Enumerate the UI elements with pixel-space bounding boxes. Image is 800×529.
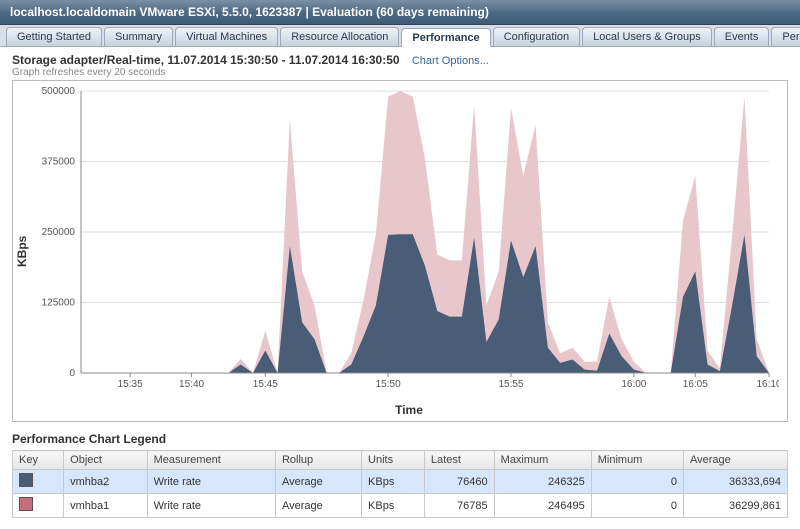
svg-text:0: 0 [69,368,75,379]
swatch-vmhba1 [19,497,33,511]
svg-text:15:50: 15:50 [376,379,401,390]
legend-col-units[interactable]: Units [362,451,425,470]
legend-col-rollup[interactable]: Rollup [275,451,361,470]
svg-text:375000: 375000 [42,157,76,168]
svg-text:15:45: 15:45 [253,379,278,390]
legend-col-latest[interactable]: Latest [424,451,494,470]
legend-col-maximum[interactable]: Maximum [494,451,591,470]
main-tabs: Getting StartedSummaryVirtual MachinesRe… [0,25,800,47]
tab-performance[interactable]: Performance [401,28,490,47]
chart-title: Storage adapter/Real-time, 11.07.2014 15… [12,53,400,67]
tab-summary[interactable]: Summary [104,27,173,46]
legend-row-vmhba1[interactable]: vmhba1Write rateAverageKBps7678524649503… [13,494,788,518]
window-titlebar: localhost.localdomain VMware ESXi, 5.5.0… [0,0,800,25]
swatch-vmhba2 [19,473,33,487]
svg-text:16:05: 16:05 [683,379,708,390]
tab-getting-started[interactable]: Getting Started [6,27,102,46]
legend-title: Performance Chart Legend [12,432,788,446]
svg-text:500000: 500000 [42,86,76,97]
performance-chart: KBps 0 125000 250000 375000 500000 15:35 15:40… [12,80,788,422]
chart-options-link[interactable]: Chart Options... [412,55,489,67]
svg-text:15:35: 15:35 [118,379,143,390]
refresh-note: Graph refreshes every 20 seconds [12,67,788,78]
legend-col-object[interactable]: Object [64,451,147,470]
tab-virtual-machines[interactable]: Virtual Machines [175,27,278,46]
legend-row-vmhba2[interactable]: vmhba2Write rateAverageKBps7646024632503… [13,470,788,494]
x-axis-label: Time [31,401,787,421]
legend-col-average[interactable]: Average [683,451,787,470]
legend-col-measurement[interactable]: Measurement [147,451,275,470]
svg-text:15:55: 15:55 [498,379,523,390]
svg-text:250000: 250000 [42,227,76,238]
tab-events[interactable]: Events [714,27,770,46]
tab-resource-allocation[interactable]: Resource Allocation [280,27,399,46]
svg-text:16:10: 16:10 [756,379,779,390]
svg-text:16:00: 16:00 [621,379,646,390]
legend-table: KeyObjectMeasurementRollupUnitsLatestMax… [12,450,788,518]
y-axis-label: KBps [13,81,31,421]
tab-configuration[interactable]: Configuration [493,27,580,46]
svg-text:125000: 125000 [42,298,76,309]
tab-local-users-groups[interactable]: Local Users & Groups [582,27,712,46]
chart-canvas: 0 125000 250000 375000 500000 15:35 15:40 15:45… [31,81,779,401]
svg-text:15:40: 15:40 [179,379,204,390]
tab-permissions[interactable]: Permissions [771,27,800,46]
legend-col-key[interactable]: Key [13,451,64,470]
legend-col-minimum[interactable]: Minimum [591,451,683,470]
